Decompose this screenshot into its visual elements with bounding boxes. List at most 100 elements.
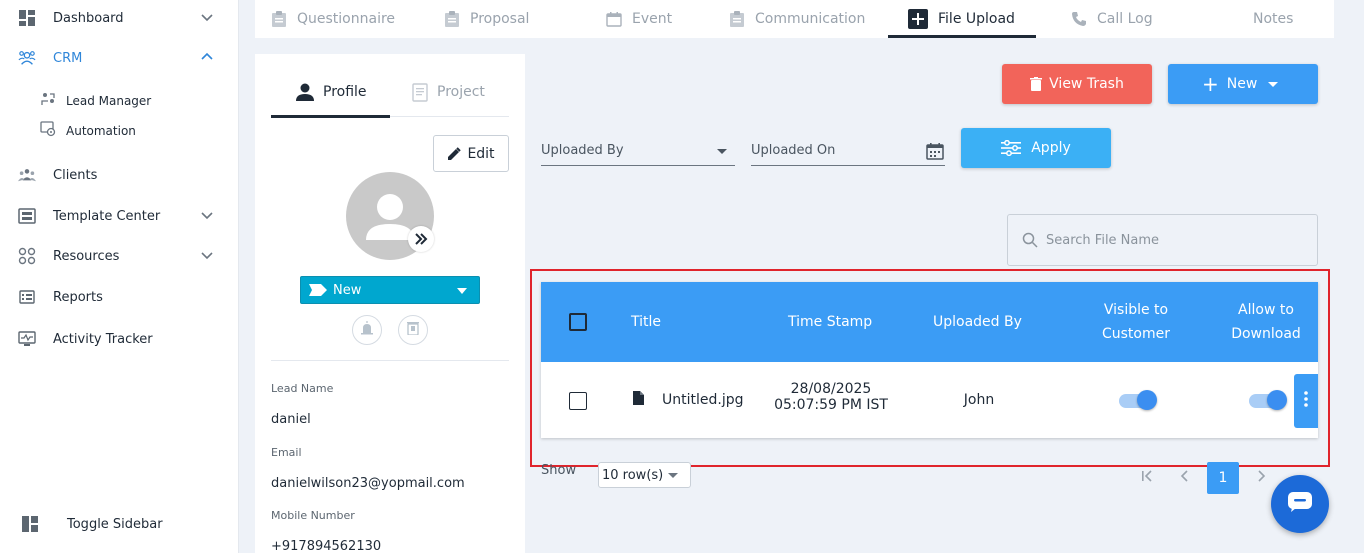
profile-panel: Profile Project Edit New Lead Name danie… [255,54,525,553]
chat-launcher-button[interactable] [1271,475,1329,533]
sidebar-subitem-lead-manager[interactable]: Lead Manager [40,91,151,111]
time-stamp-date: 28/08/2025 [790,381,872,397]
sidebar-item-label: Activity Tracker [53,331,153,347]
tab-label: Questionnaire [297,11,396,27]
pencil-icon [447,146,462,161]
tab-label: File Upload [938,11,1015,27]
alarm-button[interactable] [352,315,382,345]
next-page-button[interactable] [1245,462,1277,494]
tab-notes[interactable]: Notes [1253,0,1293,38]
column-visible-to-customer[interactable]: Visible to Customer [1096,298,1176,346]
filter-sliders-icon [1001,140,1022,156]
sidebar-toggle-icon [21,515,39,533]
header-line: Download [1231,326,1301,342]
search-icon [1022,232,1038,248]
view-trash-label: View Trash [1049,76,1124,92]
sidebar-item-label: Clients [53,167,98,183]
tab-questionnaire[interactable]: Questionnaire [271,0,395,38]
tab-label: Call Log [1097,11,1153,27]
trash-icon [1030,77,1043,91]
expand-icon[interactable] [408,226,434,252]
column-allow-download[interactable]: Allow to Download [1226,298,1306,346]
uploaded-by-select[interactable]: Uploaded By [541,136,735,166]
search-box [1007,214,1318,266]
uploaded-on-date-field[interactable]: Uploaded On [751,136,945,166]
row-actions-button[interactable] [1294,374,1318,428]
lead-name-label: Lead Name [271,382,334,395]
status-value: New [333,282,362,298]
sidebar-item-activity-tracker[interactable]: Activity Tracker [18,328,218,350]
sidebar-subitem-automation[interactable]: Automation [40,121,136,141]
sidebar-subitem-label: Lead Manager [66,94,152,108]
tab-event[interactable]: Event [606,0,672,38]
toggle-knob [1137,390,1157,410]
time-stamp: 28/08/2025 05:07:59 PM IST [771,381,891,413]
visible-to-customer-toggle[interactable] [1119,389,1157,411]
select-all-checkbox[interactable] [569,313,587,331]
edit-button[interactable]: Edit [433,135,509,172]
chevron-right-icon [1256,470,1266,486]
tag-icon [309,284,327,296]
toggle-knob [1267,390,1287,410]
activity-icon [18,330,36,348]
tab-label: Profile [323,84,367,100]
chevron-up-icon [200,50,214,68]
calendar-icon [606,11,622,27]
apply-button[interactable]: Apply [961,128,1111,168]
new-button[interactable]: + New [1168,64,1318,104]
sidebar: Dashboard CRM Lead Manager Automation Cl… [0,0,239,553]
sidebar-item-label: Template Center [53,208,161,224]
rows-per-page-select[interactable]: 10 row(s) [598,462,691,488]
search-file-name-input[interactable] [1046,232,1296,248]
column-title[interactable]: Title [631,310,661,334]
tab-label: Event [632,11,673,27]
caret-down-icon [457,288,467,294]
apply-label: Apply [1031,140,1071,156]
prev-page-button[interactable] [1169,462,1201,494]
sidebar-item-clients[interactable]: Clients [18,164,218,186]
sidebar-item-dashboard[interactable]: Dashboard [18,7,218,29]
calendar-icon[interactable] [925,141,945,165]
file-icon [633,391,644,409]
clipboard-icon [729,10,745,28]
tab-file-upload[interactable]: File Upload [908,0,1015,38]
uploaded-by-value: John [963,392,995,408]
tab-call-log[interactable]: Call Log [1071,0,1153,38]
table-header: Title Time Stamp Uploaded By Visible to … [541,282,1318,362]
row-checkbox[interactable] [569,392,587,410]
first-page-button[interactable] [1131,462,1163,494]
sidebar-item-crm[interactable]: CRM [18,47,218,69]
tab-project[interactable]: Project [411,82,485,102]
column-uploaded-by[interactable]: Uploaded By [933,310,1022,334]
view-trash-button[interactable]: View Trash [1002,64,1152,104]
email-label: Email [271,446,302,459]
allow-download-toggle[interactable] [1249,389,1287,411]
tab-proposal[interactable]: Proposal [444,0,529,38]
page-button-current[interactable]: 1 [1207,462,1239,494]
active-tab-indicator [888,35,1036,38]
delete-button[interactable] [398,315,428,345]
lead-status-select[interactable]: New [300,276,480,304]
tab-profile[interactable]: Profile [295,82,367,102]
plus-icon: + [1202,72,1219,96]
chevron-down-icon [200,208,214,226]
dashboard-icon [18,9,36,27]
add-box-icon [908,9,928,29]
tab-label: Notes [1253,11,1294,27]
sidebar-item-resources[interactable]: Resources [18,245,218,267]
table-row: Untitled.jpg 28/08/2025 05:07:59 PM IST … [541,362,1318,438]
chat-icon [1287,491,1313,517]
lead-manager-icon [40,91,56,111]
template-icon [18,207,36,225]
project-icon [411,82,429,102]
file-title[interactable]: Untitled.jpg [662,392,744,408]
sidebar-item-label: CRM [53,50,83,66]
column-time-stamp[interactable]: Time Stamp [788,310,872,334]
tab-communication[interactable]: Communication [729,0,865,38]
sidebar-item-reports[interactable]: Reports [18,286,218,308]
caret-down-icon [668,473,678,478]
caret-down-icon [717,149,727,154]
sidebar-item-template-center[interactable]: Template Center [18,205,218,227]
chevron-down-icon [200,248,214,266]
toggle-sidebar-button[interactable]: Toggle Sidebar [21,513,221,535]
